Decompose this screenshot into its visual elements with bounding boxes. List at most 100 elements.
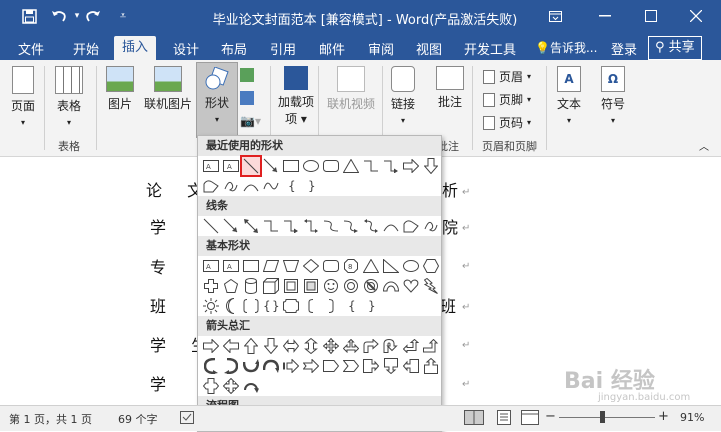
textbox-button[interactable]: A 文本 ▾	[553, 66, 585, 126]
link-button[interactable]: 链接 ▾	[388, 66, 418, 126]
tab-file[interactable]: 文件	[18, 39, 44, 58]
line-shape[interactable]	[201, 216, 221, 236]
tab-design[interactable]: 设计	[173, 39, 199, 58]
hexagon-shape[interactable]	[421, 256, 441, 276]
textbox-shape[interactable]: A	[201, 156, 221, 176]
screenshot-button[interactable]: 📷▾	[240, 114, 261, 128]
page-count[interactable]: 第 1 页，共 1 页	[9, 411, 92, 427]
arrow-line-shape[interactable]	[261, 156, 281, 176]
minimize-icon[interactable]	[590, 4, 620, 28]
zoom-out-button[interactable]: −	[545, 409, 556, 424]
block-arc-shape[interactable]	[381, 276, 401, 296]
tab-developer[interactable]: 开发工具	[464, 39, 516, 58]
plaque-shape[interactable]	[281, 296, 301, 316]
freeform-shape[interactable]	[201, 176, 221, 196]
left-right-up-arrow-shape[interactable]	[341, 336, 361, 356]
diamond-shape[interactable]	[301, 256, 321, 276]
read-mode-icon[interactable]	[464, 410, 484, 428]
circular-arrow-shape[interactable]	[241, 376, 261, 396]
rounded-rectangle-shape[interactable]	[321, 256, 341, 276]
lightning-bolt-shape[interactable]	[421, 276, 441, 296]
share-button[interactable]: ⚲ 共享	[648, 36, 702, 60]
wave-curve-shape[interactable]	[261, 176, 281, 196]
vertical-textbox-shape[interactable]: A	[221, 256, 241, 276]
elbow-connector-shape[interactable]	[261, 216, 281, 236]
up-down-arrow-shape[interactable]	[301, 336, 321, 356]
proofing-icon[interactable]	[180, 411, 194, 427]
curved-connector-shape[interactable]	[321, 216, 341, 236]
tab-view[interactable]: 视图	[416, 39, 442, 58]
trapezoid-shape[interactable]	[281, 256, 301, 276]
maximize-icon[interactable]	[636, 4, 666, 28]
double-bracket-shape[interactable]	[241, 296, 261, 316]
cube-shape[interactable]	[261, 276, 281, 296]
online-video-button[interactable]: 联机视频	[324, 66, 378, 112]
collapse-ribbon-icon[interactable]: ︿	[699, 138, 709, 153]
close-icon[interactable]	[681, 4, 711, 28]
ribbon-display-options-icon[interactable]	[540, 4, 570, 28]
left-brace-shape[interactable]: {	[341, 296, 361, 316]
left-right-arrow-shape[interactable]	[281, 336, 301, 356]
double-brace-shape[interactable]: {}	[261, 296, 281, 316]
page-number-button[interactable]: 页码 ▾	[483, 114, 531, 131]
sun-shape[interactable]	[201, 296, 221, 316]
scribble-shape[interactable]	[421, 216, 441, 236]
right-brace-shape[interactable]: }	[301, 176, 321, 196]
striped-right-arrow-shape[interactable]	[281, 356, 301, 376]
curved-left-arrow-shape[interactable]	[221, 356, 241, 376]
login-link[interactable]: 登录	[611, 39, 637, 58]
save-icon[interactable]	[20, 7, 38, 25]
bent-up-arrow-shape[interactable]	[421, 336, 441, 356]
tab-insert[interactable]: 插入	[114, 36, 157, 60]
octagon-shape[interactable]: 8	[341, 256, 361, 276]
pentagon-shape[interactable]	[221, 276, 241, 296]
right-brace-shape[interactable]: }	[361, 296, 381, 316]
up-arrow-callout-shape[interactable]	[421, 356, 441, 376]
tab-layout[interactable]: 布局	[221, 39, 247, 58]
triangle-shape[interactable]	[341, 156, 361, 176]
comment-button[interactable]: 批注	[433, 66, 467, 110]
zoom-in-button[interactable]: +	[658, 409, 669, 424]
bevel-shape[interactable]	[301, 276, 321, 296]
redo-icon[interactable]	[84, 7, 102, 25]
curve-shape[interactable]	[241, 176, 261, 196]
up-arrow-shape[interactable]	[241, 336, 261, 356]
donut-shape[interactable]	[341, 276, 361, 296]
rectangle-shape[interactable]	[241, 256, 261, 276]
quad-arrow-shape[interactable]	[321, 336, 341, 356]
textbox-shape[interactable]: A	[201, 256, 221, 276]
can-shape[interactable]	[241, 276, 261, 296]
smartart-button[interactable]	[240, 68, 254, 82]
scribble-shape[interactable]	[221, 176, 241, 196]
curved-double-arrow-connector-shape[interactable]	[361, 216, 381, 236]
online-picture-button[interactable]: 联机图片	[142, 66, 194, 112]
left-brace-shape[interactable]: {	[281, 176, 301, 196]
footer-button[interactable]: 页脚 ▾	[483, 91, 531, 108]
shapes-button[interactable]: 形状 ▾	[196, 62, 238, 138]
bent-arrow-shape[interactable]	[361, 336, 381, 356]
oval-shape[interactable]	[401, 256, 421, 276]
left-right-arrow-callout-shape[interactable]	[201, 376, 221, 396]
notched-right-arrow-shape[interactable]	[301, 356, 321, 376]
freeform-shape[interactable]	[401, 216, 421, 236]
right-triangle-shape[interactable]	[381, 256, 401, 276]
table-button[interactable]: 表格 ▾	[52, 66, 86, 128]
frame-shape[interactable]	[281, 276, 301, 296]
tab-mailings[interactable]: 邮件	[319, 39, 345, 58]
elbow-double-arrow-connector-shape[interactable]	[301, 216, 321, 236]
line-shape[interactable]	[240, 155, 262, 177]
zoom-slider-thumb[interactable]	[600, 411, 606, 423]
tab-review[interactable]: 审阅	[368, 39, 394, 58]
curved-right-arrow-shape[interactable]	[201, 356, 221, 376]
left-bracket-shape[interactable]	[301, 296, 321, 316]
smiley-face-shape[interactable]	[321, 276, 341, 296]
elbow-connector-shape[interactable]	[361, 156, 381, 176]
triangle-shape[interactable]	[361, 256, 381, 276]
no-symbol-shape[interactable]	[361, 276, 381, 296]
web-layout-icon[interactable]	[521, 410, 539, 428]
chevron-shape[interactable]	[341, 356, 361, 376]
curved-down-arrow-shape[interactable]	[261, 356, 281, 376]
heart-shape[interactable]	[401, 276, 421, 296]
header-button[interactable]: 页眉 ▾	[483, 68, 531, 85]
oval-shape[interactable]	[301, 156, 321, 176]
